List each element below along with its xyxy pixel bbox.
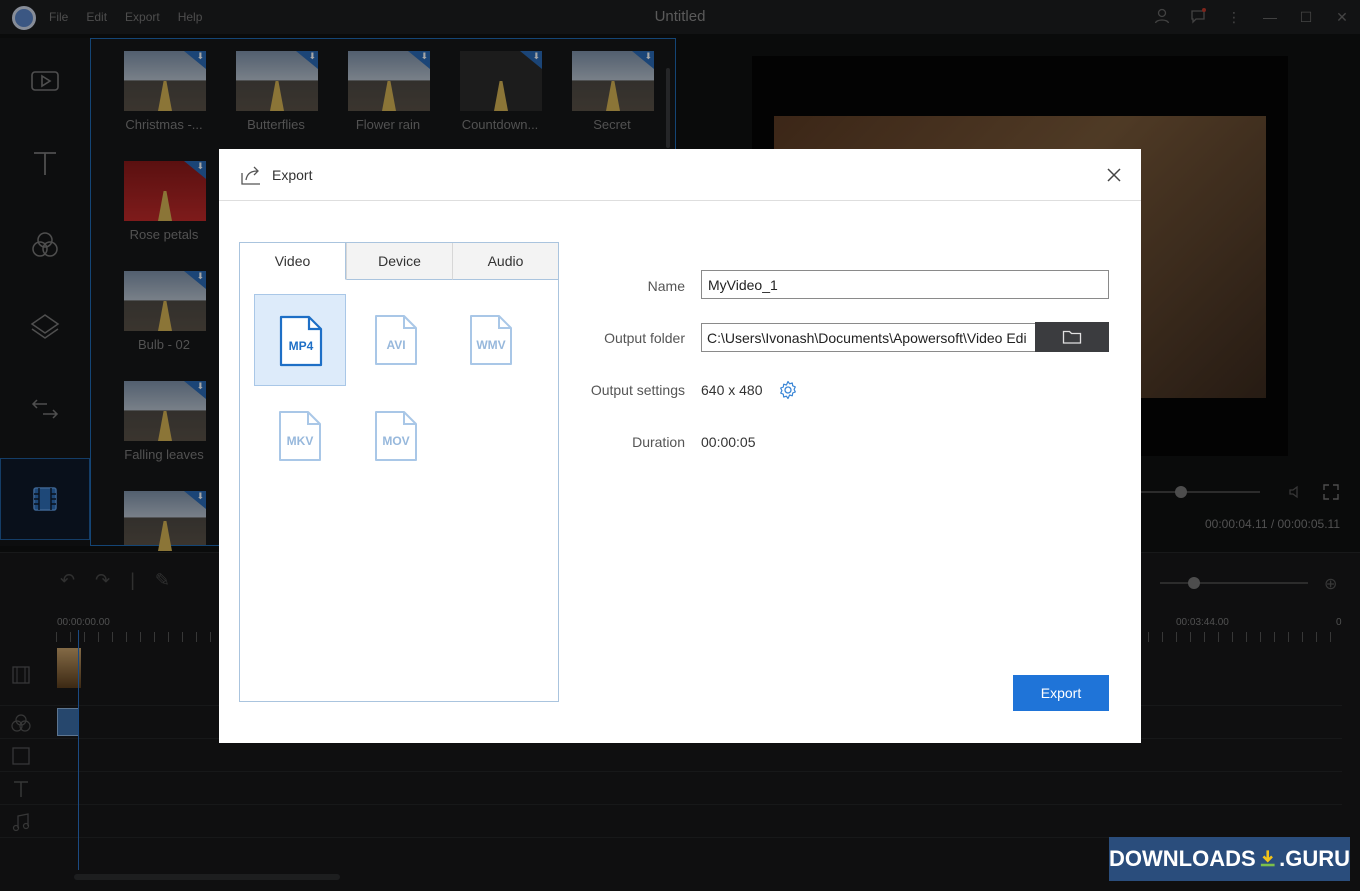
format-label: MKV — [286, 434, 314, 448]
format-mov[interactable]: MOV — [350, 390, 442, 482]
watermark-text-right: .GURU — [1279, 846, 1350, 871]
export-icon — [241, 166, 260, 185]
watermark-logo: DOWNLOADS .GURU — [1109, 837, 1350, 881]
duration-value: 00:00:05 — [701, 434, 756, 450]
close-icon[interactable] — [1103, 164, 1125, 186]
format-label: WMV — [476, 338, 506, 352]
tab-device[interactable]: Device — [346, 243, 452, 280]
export-dialog: Export Video Device Audio MP4 AVI WMV MK… — [219, 149, 1141, 743]
format-tabs: Video Device Audio — [240, 243, 558, 280]
output-settings-label: Output settings — [590, 382, 685, 398]
format-label: MP4 — [288, 339, 314, 353]
duration-label: Duration — [632, 434, 685, 450]
browse-folder-button[interactable] — [1035, 322, 1109, 352]
output-settings-value: 640 x 480 — [701, 382, 763, 398]
format-wmv[interactable]: WMV — [445, 294, 537, 386]
format-mp4[interactable]: MP4 — [254, 294, 346, 386]
export-button[interactable]: Export — [1013, 675, 1109, 711]
format-mkv[interactable]: MKV — [254, 390, 346, 482]
format-label: MOV — [382, 434, 410, 448]
output-folder-input[interactable] — [701, 323, 1037, 352]
format-panel: Video Device Audio MP4 AVI WMV MKV MOV — [239, 242, 559, 702]
folder-icon — [1062, 330, 1082, 344]
tab-video[interactable]: Video — [240, 243, 346, 280]
output-folder-label: Output folder — [604, 330, 685, 346]
name-input[interactable] — [701, 270, 1109, 299]
format-label: AVI — [386, 338, 406, 352]
dialog-title: Export — [272, 167, 313, 183]
dialog-header: Export — [219, 149, 1141, 201]
gear-icon[interactable] — [778, 380, 798, 400]
tab-audio[interactable]: Audio — [452, 243, 558, 280]
download-arrow-icon — [1260, 850, 1275, 867]
name-label: Name — [647, 278, 685, 294]
format-avi[interactable]: AVI — [350, 294, 442, 386]
watermark-text-left: DOWNLOADS — [1109, 846, 1256, 871]
